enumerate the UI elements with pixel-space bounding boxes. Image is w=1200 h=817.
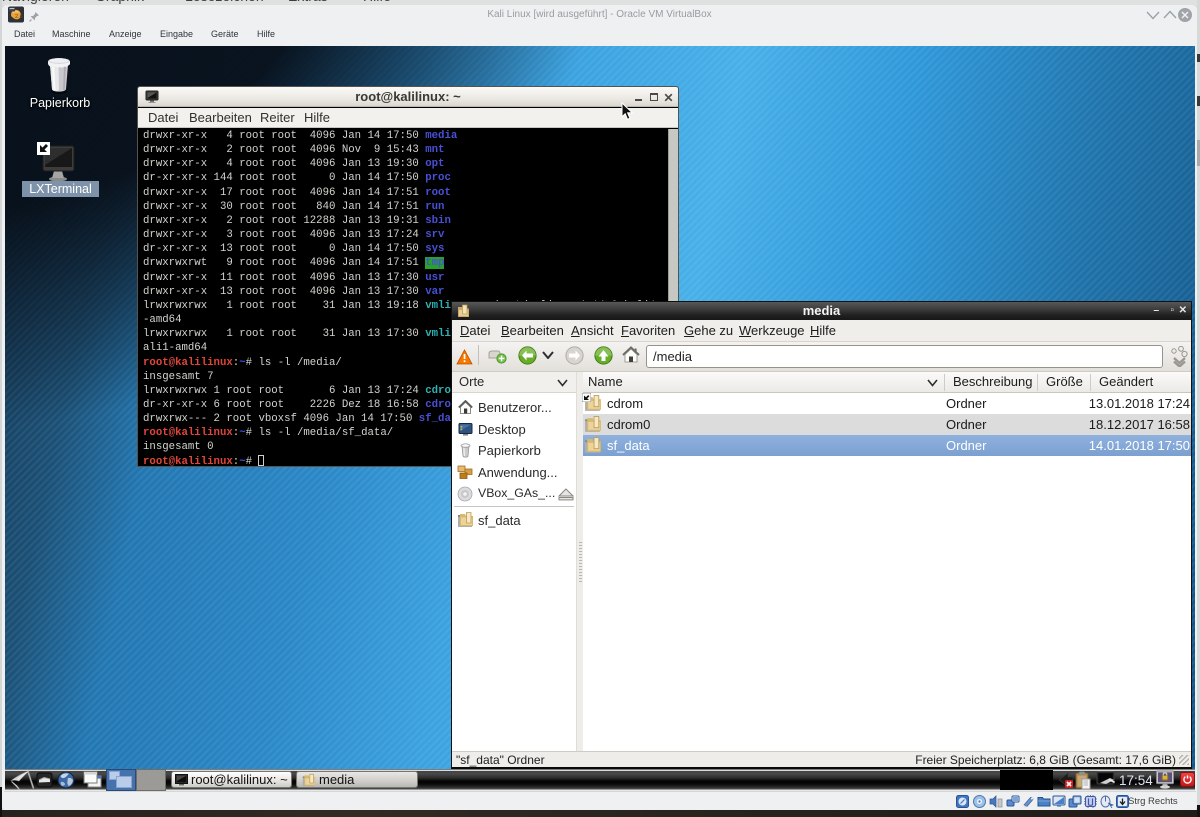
svg-text:2.6: 2.6	[15, 14, 23, 20]
